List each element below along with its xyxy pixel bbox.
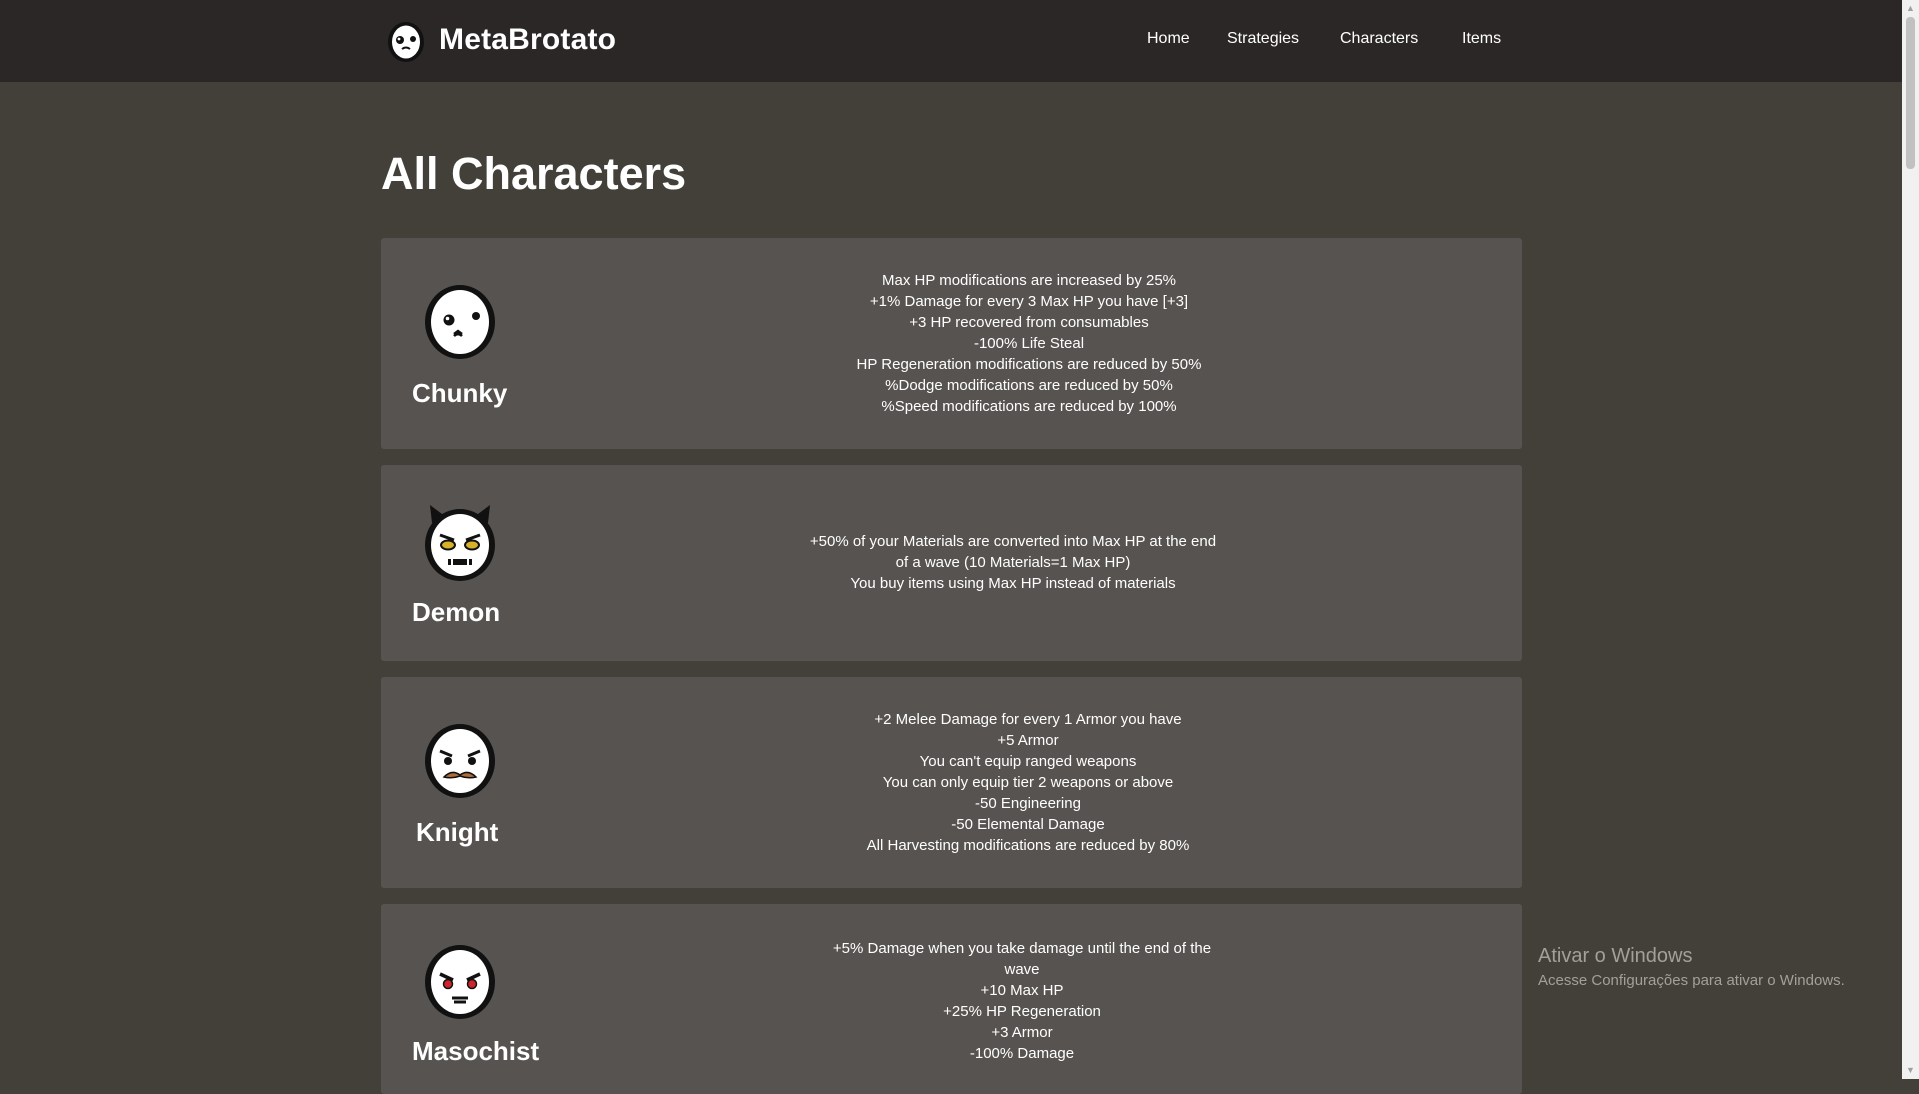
masochist-portrait-icon xyxy=(425,945,495,1019)
trait-line: +5 Armor xyxy=(997,732,1059,749)
trait-line: Max HP modifications are increased by 25… xyxy=(881,272,1177,289)
trait-line: +10 Max HP xyxy=(980,982,1064,999)
trait-line: %Speed modifications are reduced by 100% xyxy=(881,398,1177,415)
top-navigation-bar: MetaBrotato Home Strategies Characters I… xyxy=(0,0,1902,82)
trait-line: %Dodge modifications are reduced by 50% xyxy=(885,377,1173,394)
vertical-scrollbar[interactable]: ▲ ▼ xyxy=(1902,0,1919,1079)
demon-portrait-icon xyxy=(425,505,495,581)
nav-strategies-link[interactable]: Strategies xyxy=(1227,30,1299,48)
trait-line: +5% Damage when you take damage until th… xyxy=(832,940,1212,978)
trait-line: All Harvesting modifications are reduced… xyxy=(866,837,1190,854)
trait-line: -50 Elemental Damage xyxy=(951,816,1105,833)
scrollbar-thumb[interactable] xyxy=(1906,17,1915,169)
character-name: Chunky xyxy=(412,378,508,408)
character-name: Masochist xyxy=(412,1036,540,1066)
potato-logo-icon xyxy=(388,22,424,62)
scroll-down-arrow-icon[interactable]: ▼ xyxy=(1902,1062,1919,1079)
character-traits: +2 Melee Damage for every 1 Armor you ha… xyxy=(781,709,1275,856)
trait-line: +1% Damage for every 3 Max HP you have [… xyxy=(869,293,1189,310)
nav-items-link[interactable]: Items xyxy=(1462,30,1501,48)
trait-line: +3 Armor xyxy=(991,1024,1053,1041)
nav-characters-link[interactable]: Characters xyxy=(1340,30,1418,48)
character-card-demon[interactable]: Demon +50% of your Materials are convert… xyxy=(381,465,1522,661)
scroll-up-arrow-icon[interactable]: ▲ xyxy=(1902,0,1919,17)
watermark-title: Ativar o Windows xyxy=(1538,945,1693,967)
character-name: Knight xyxy=(416,817,499,847)
character-traits: Max HP modifications are increased by 25… xyxy=(781,270,1277,417)
character-card-chunky[interactable]: Chunky Max HP modifications are increase… xyxy=(381,238,1522,449)
windows-activation-watermark: Ativar o Windows Acesse Configurações pa… xyxy=(1538,945,1845,989)
page-title: All Characters xyxy=(381,148,687,199)
trait-line: +2 Melee Damage for every 1 Armor you ha… xyxy=(874,711,1182,728)
knight-portrait-icon xyxy=(425,724,495,798)
trait-line: You can't equip ranged weapons xyxy=(919,753,1137,770)
character-card-knight[interactable]: Knight +2 Melee Damage for every 1 Armor… xyxy=(381,677,1522,888)
trait-line: HP Regeneration modifications are reduce… xyxy=(856,356,1202,373)
nav-home-link[interactable]: Home xyxy=(1147,30,1190,48)
trait-line: -50 Engineering xyxy=(975,795,1081,812)
character-card-masochist[interactable]: Masochist +5% Damage when you take damag… xyxy=(381,904,1522,1094)
trait-line: +3 HP recovered from consumables xyxy=(909,314,1149,331)
trait-line: You buy items using Max HP instead of ma… xyxy=(850,575,1176,592)
trait-line: +50% of your Materials are converted int… xyxy=(809,533,1217,571)
trait-line: -100% Life Steal xyxy=(973,335,1085,352)
character-name: Demon xyxy=(412,597,501,627)
trait-line: +25% HP Regeneration xyxy=(943,1003,1101,1020)
brand-home-link[interactable]: MetaBrotato xyxy=(383,16,616,64)
chunky-portrait-icon xyxy=(425,285,495,359)
character-traits: +5% Damage when you take damage until th… xyxy=(818,938,1226,1064)
brand-name: MetaBrotato xyxy=(439,23,617,56)
trait-line: You can only equip tier 2 weapons or abo… xyxy=(882,774,1174,791)
watermark-subtitle: Acesse Configurações para ativar o Windo… xyxy=(1538,972,1845,989)
trait-line: -100% Damage xyxy=(969,1045,1075,1062)
character-traits: +50% of your Materials are converted int… xyxy=(802,531,1224,594)
